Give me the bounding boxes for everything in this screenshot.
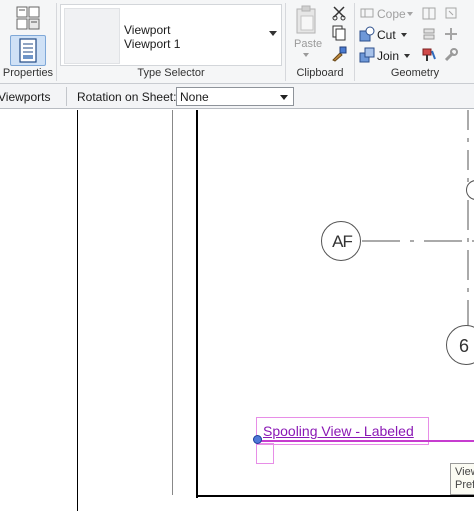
family-types-icon[interactable] bbox=[14, 5, 42, 31]
paint-icon[interactable] bbox=[421, 47, 437, 63]
tooltip-line: View bbox=[455, 466, 474, 478]
grid-bubble-label: AF bbox=[332, 232, 353, 251]
chevron-down-icon bbox=[269, 31, 277, 36]
type-selector-panel-label: Type Selector bbox=[137, 67, 205, 79]
copy-icon[interactable] bbox=[331, 25, 347, 41]
type-name: Viewport 1 bbox=[124, 37, 181, 51]
view-title-text[interactable]: Spooling View - Labeled bbox=[263, 423, 414, 439]
paste-dropdown-icon[interactable] bbox=[303, 53, 309, 57]
type-preview-image bbox=[64, 8, 120, 64]
panel-divider bbox=[56, 3, 57, 81]
panel-divider bbox=[354, 3, 355, 81]
grid-bubble-label: 6 bbox=[459, 336, 469, 356]
beam-join-icon[interactable] bbox=[443, 26, 459, 42]
cut-dropdown-icon[interactable] bbox=[401, 33, 407, 37]
grid-bubble[interactable]: AF bbox=[321, 221, 361, 261]
cope-label: Cope bbox=[377, 7, 406, 21]
cut-scissors-icon[interactable] bbox=[331, 5, 347, 21]
options-bar: Viewports Rotation on Sheet: None bbox=[0, 84, 474, 109]
options-divider bbox=[66, 87, 67, 106]
rotation-label: Rotation on Sheet: bbox=[77, 90, 177, 104]
grid-lines bbox=[362, 110, 474, 335]
drag-grip-handle[interactable] bbox=[253, 435, 262, 444]
properties-button[interactable] bbox=[10, 35, 46, 66]
app-window: Properties Viewport Viewport 1 Type Sele… bbox=[0, 0, 474, 511]
rotation-select[interactable]: None bbox=[176, 87, 294, 106]
properties-icon bbox=[19, 38, 37, 63]
paste-label: Paste bbox=[294, 38, 323, 50]
type-family-name: Viewport bbox=[124, 23, 171, 37]
view-title-line[interactable] bbox=[261, 440, 474, 442]
join-dropdown-icon[interactable] bbox=[404, 54, 410, 58]
match-properties-icon[interactable] bbox=[331, 46, 347, 62]
wall-joins-icon[interactable] bbox=[443, 5, 459, 21]
join-label: Join bbox=[377, 49, 400, 63]
drawing-canvas[interactable]: AF 6 Spooling View - Labeled View Pref bbox=[0, 110, 474, 511]
tooltip-line: Pref bbox=[455, 479, 474, 491]
clipboard-panel-label: Clipboard bbox=[296, 67, 344, 79]
cope-icon[interactable] bbox=[359, 5, 375, 21]
tooltip: View Pref bbox=[450, 463, 474, 495]
join-icon[interactable] bbox=[359, 47, 375, 63]
wrench-icon[interactable] bbox=[443, 47, 459, 63]
chevron-down-icon bbox=[280, 95, 288, 100]
ribbon: Properties Viewport Viewport 1 Type Sele… bbox=[0, 0, 474, 84]
view-title-extents-box bbox=[256, 443, 274, 464]
rotation-value: None bbox=[180, 90, 209, 104]
clipboard-paste-icon bbox=[296, 5, 316, 34]
cut-geometry-icon[interactable] bbox=[359, 26, 375, 42]
cut-label: Cut bbox=[377, 28, 396, 42]
cope-dropdown-icon[interactable] bbox=[407, 12, 413, 16]
properties-panel-label: Properties bbox=[2, 67, 54, 79]
split-face-icon[interactable] bbox=[421, 5, 437, 21]
panel-divider bbox=[285, 3, 286, 81]
type-selector-dropdown[interactable]: Viewport Viewport 1 bbox=[60, 4, 282, 66]
geometry-panel-label: Geometry bbox=[390, 67, 440, 79]
viewports-tab[interactable]: Viewports bbox=[0, 90, 50, 104]
demolish-icon[interactable] bbox=[421, 26, 437, 42]
